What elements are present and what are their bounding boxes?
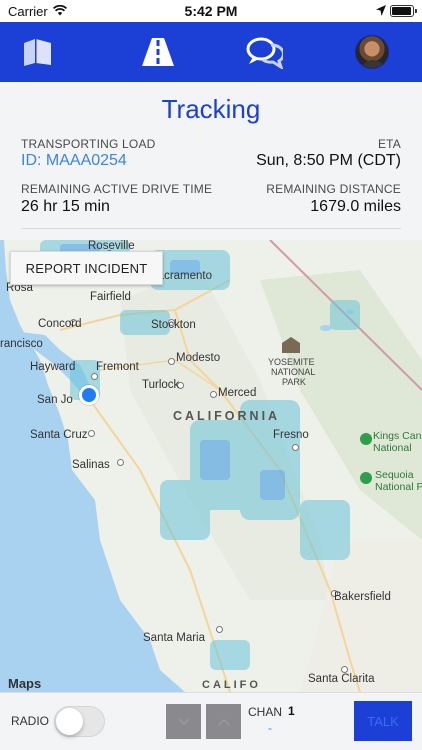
map-label-hayward: Hayward bbox=[30, 361, 76, 373]
city-dot bbox=[168, 358, 175, 365]
channel-up-button[interactable] bbox=[206, 704, 241, 739]
map-label-modesto: Modesto bbox=[176, 352, 221, 364]
city-dot bbox=[341, 666, 348, 673]
map-label-salinas: Salinas bbox=[72, 459, 110, 471]
maps-attribution: Maps bbox=[8, 676, 42, 691]
avatar bbox=[355, 35, 389, 69]
page-title: Tracking bbox=[161, 94, 261, 124]
city-dot bbox=[216, 626, 223, 633]
map-label-turlock: Turlock bbox=[142, 379, 180, 391]
drive-time-value: 26 hr 15 min bbox=[21, 198, 110, 215]
map-label-santa-cruz: Santa Cruz bbox=[30, 429, 88, 441]
city-dot bbox=[210, 391, 217, 398]
map-label-bakersfield: Bakersfield bbox=[334, 591, 391, 603]
drive-time-label: REMAINING ACTIVE DRIVE TIME bbox=[21, 182, 213, 196]
nav-road-button[interactable] bbox=[136, 30, 180, 74]
radio-control-bar: RADIO CHAN 1 - TALK bbox=[0, 692, 422, 750]
transporting-load-label: TRANSPORTING LOAD bbox=[21, 137, 156, 151]
city-dot bbox=[91, 373, 98, 380]
top-navigation-bar bbox=[0, 22, 422, 82]
chat-bubbles-icon bbox=[246, 37, 283, 69]
map-label-fresno: Fresno bbox=[273, 429, 309, 441]
channel-down-button[interactable] bbox=[166, 704, 201, 739]
eta-value: Sun, 8:50 PM (CDT) bbox=[256, 152, 401, 169]
load-id-link[interactable]: ID: MAAA0254 bbox=[21, 152, 127, 170]
map-label-concord: Concord bbox=[38, 318, 82, 330]
radio-toggle[interactable] bbox=[54, 706, 105, 737]
map-label-yosemite-1: YOSEMITE bbox=[268, 357, 315, 367]
map-label-kings-canyon-2: National bbox=[373, 442, 412, 454]
chevron-up-icon bbox=[217, 718, 230, 726]
map-book-icon bbox=[24, 39, 51, 66]
distance-value: 1679.0 miles bbox=[310, 198, 401, 215]
channel-name: - bbox=[268, 721, 272, 735]
report-incident-button[interactable]: REPORT INCIDENT bbox=[10, 251, 163, 285]
city-dot bbox=[117, 459, 124, 466]
map-view[interactable]: Roseville Sacramento Rosa Fairfield Conc… bbox=[0, 240, 422, 692]
nav-chat-button[interactable] bbox=[242, 30, 286, 74]
map-label-francisco: rancisco bbox=[0, 338, 43, 350]
map-label-region: CALIFORNIA bbox=[173, 409, 281, 423]
map-label-santa-clarita: Santa Clarita bbox=[308, 673, 375, 685]
clock: 5:42 PM bbox=[184, 3, 238, 19]
map-label-merced: Merced bbox=[218, 387, 257, 399]
city-dot bbox=[88, 430, 95, 437]
current-location-marker bbox=[79, 385, 99, 405]
map-label-kings-canyon: Kings Can bbox=[373, 430, 422, 442]
map-label-yosemite-3: PARK bbox=[282, 377, 306, 387]
distance-label: REMAINING DISTANCE bbox=[266, 182, 401, 196]
nav-profile-button[interactable] bbox=[350, 30, 394, 74]
radio-label: RADIO bbox=[11, 714, 50, 728]
location-arrow-icon bbox=[376, 5, 386, 16]
map-label-fremont: Fremont bbox=[96, 361, 139, 373]
divider bbox=[21, 228, 401, 229]
city-dot bbox=[292, 444, 299, 451]
map-label-stockton: Stockton bbox=[151, 319, 196, 331]
battery-icon bbox=[390, 5, 417, 17]
status-bar: Carrier 5:42 PM bbox=[0, 0, 422, 22]
map-label-san-jose: San Jo bbox=[37, 394, 73, 406]
channel-value: 1 bbox=[288, 704, 295, 718]
map-label-sequoia: Sequoia bbox=[375, 469, 414, 481]
map-label-california-partial: CALIFO bbox=[202, 679, 261, 691]
nav-map-book-button[interactable] bbox=[16, 30, 60, 74]
channel-label: CHAN bbox=[248, 705, 283, 719]
road-icon bbox=[142, 38, 174, 66]
map-label-yosemite-2: NATIONAL bbox=[271, 367, 316, 377]
talk-button[interactable]: TALK bbox=[354, 701, 412, 741]
chevron-down-icon bbox=[177, 717, 190, 725]
map-label-fairfield: Fairfield bbox=[90, 291, 131, 303]
map-label-sequoia-2: National P bbox=[375, 481, 422, 493]
tracking-panel: Tracking TRANSPORTING LOAD ID: MAAA0254 … bbox=[0, 82, 422, 240]
map-label-santa-maria: Santa Maria bbox=[143, 632, 206, 644]
map-base bbox=[0, 240, 422, 692]
eta-label: ETA bbox=[377, 137, 401, 151]
